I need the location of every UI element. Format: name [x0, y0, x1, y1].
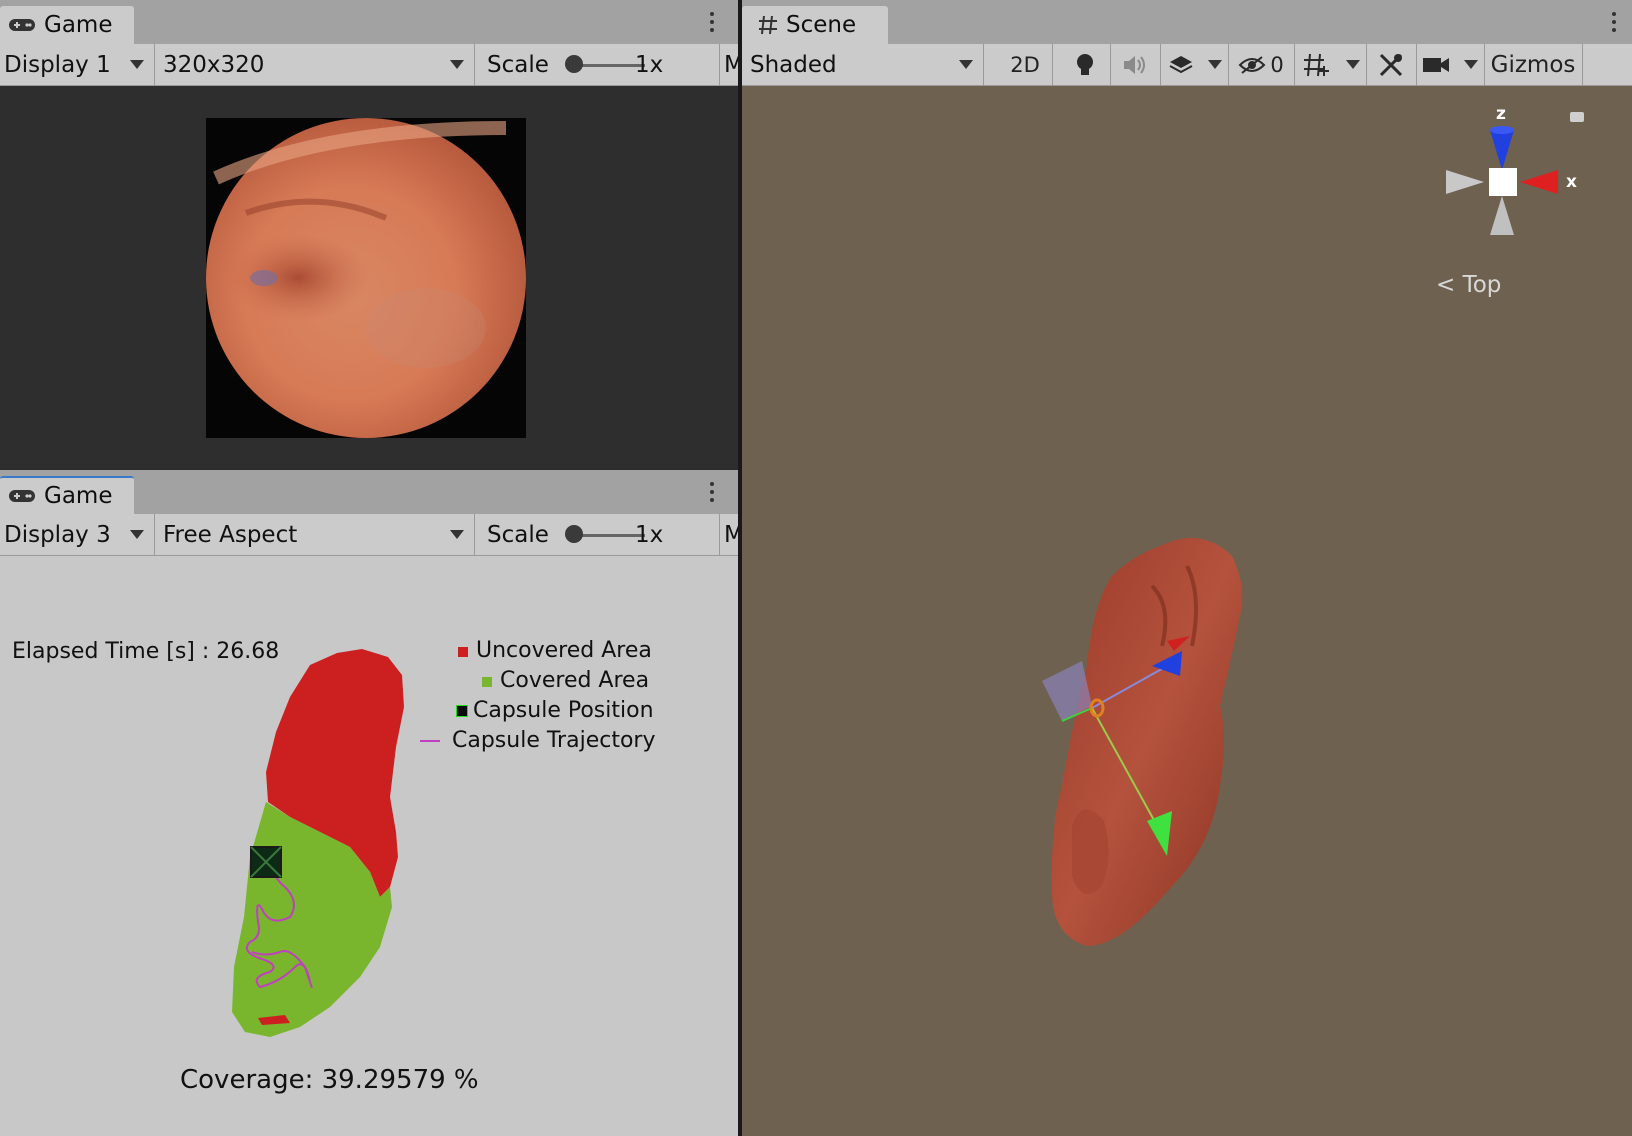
- gamepad-icon: [8, 488, 36, 504]
- speaker-icon: [1124, 55, 1145, 74]
- audio-toggle[interactable]: [1110, 44, 1161, 85]
- grid-snap-icon: [1304, 53, 1329, 76]
- display-select-value: Display 1: [4, 51, 111, 78]
- aspect-select-value: Free Aspect: [163, 521, 298, 548]
- grid-toggle[interactable]: [1294, 44, 1338, 85]
- display-select[interactable]: Display 3: [0, 514, 155, 555]
- effects-dropdown[interactable]: [1202, 44, 1229, 85]
- scale-control: Scale 1x: [475, 44, 720, 85]
- scene-visibility-toggle[interactable]: 0: [1228, 44, 1295, 85]
- layers-icon: [1169, 55, 1193, 73]
- scale-label: Scale: [487, 51, 549, 78]
- chevron-down-icon: [450, 60, 464, 69]
- chevron-down-icon: [130, 60, 144, 69]
- tab-game-bottom[interactable]: Game: [0, 476, 134, 514]
- camera-icon: [1423, 57, 1449, 72]
- gizmos-button[interactable]: Gizmos: [1484, 44, 1583, 85]
- eye-hidden-icon: [1238, 55, 1266, 74]
- effects-toggle[interactable]: [1160, 44, 1202, 85]
- scale-slider-knob[interactable]: [565, 525, 583, 543]
- shading-mode-select[interactable]: Shaded: [742, 44, 984, 85]
- scale-value: 1x: [635, 521, 664, 548]
- toggle-2d-button[interactable]: 2D: [998, 44, 1053, 85]
- lighting-toggle[interactable]: [1060, 44, 1111, 85]
- scale-label: Scale: [487, 521, 549, 548]
- chevron-down-icon: [1464, 60, 1478, 69]
- more-options-icon[interactable]: [702, 478, 722, 506]
- toolbar-overflow[interactable]: M: [720, 44, 738, 85]
- game-bottom-tabbar: Game: [0, 470, 738, 514]
- more-options-icon[interactable]: [702, 8, 722, 36]
- hidden-count: 0: [1270, 52, 1284, 77]
- chevron-down-icon: [130, 530, 144, 539]
- more-options-icon[interactable]: [1604, 8, 1624, 36]
- display-select[interactable]: Display 1: [0, 44, 155, 85]
- coverage-percentage: Coverage: 39.29579 %: [180, 1065, 479, 1095]
- tools-icon: [1379, 53, 1403, 76]
- chevron-down-icon: [1208, 60, 1222, 69]
- toolbar-overflow[interactable]: M: [720, 514, 738, 555]
- aspect-select[interactable]: Free Aspect: [155, 514, 475, 555]
- game-bottom-toolbar: Display 3 Free Aspect Scale 1x M: [0, 514, 738, 556]
- scene-tabbar: Scene: [742, 0, 1632, 44]
- gamepad-icon: [8, 17, 36, 33]
- tab-scene[interactable]: Scene: [742, 6, 888, 44]
- capsule-position-marker: [250, 846, 282, 878]
- chevron-down-icon: [450, 530, 464, 539]
- coverage-map-area: Elapsed Time [s] : 26.68 Uncovered Area …: [0, 557, 738, 1136]
- tab-game-bottom-label: Game: [44, 483, 113, 509]
- scene-view: Scene Shaded 2D 0 Gizmos z x < Top: [742, 0, 1632, 1136]
- resolution-select[interactable]: 320x320: [155, 44, 475, 85]
- scene-3d-viewport[interactable]: [742, 86, 1632, 1136]
- tab-game-top-label: Game: [44, 12, 113, 38]
- endoscope-camera-view: [206, 118, 526, 438]
- game-top-toolbar: Display 1 320x320 Scale 1x M: [0, 44, 738, 86]
- game-view-bottom: Game Display 3 Free Aspect Scale 1x M El…: [0, 470, 738, 1136]
- scale-value: 1x: [635, 51, 664, 78]
- grid-icon: [758, 15, 778, 35]
- game-render-area: [0, 87, 738, 470]
- scale-slider-knob[interactable]: [565, 55, 583, 73]
- organ-fold: [1072, 809, 1109, 894]
- chevron-down-icon: [959, 60, 973, 69]
- tools-toggle[interactable]: [1366, 44, 1417, 85]
- tab-game-top[interactable]: Game: [0, 6, 134, 44]
- display-select-value: Display 3: [4, 521, 111, 548]
- game-view-top: Game Display 1 320x320 Scale 1x M: [0, 0, 738, 470]
- lightbulb-icon: [1077, 53, 1093, 75]
- game-top-tabbar: Game: [0, 0, 738, 44]
- scene-toolbar: Shaded 2D 0 Gizmos: [742, 44, 1632, 86]
- camera-toggle[interactable]: [1416, 44, 1456, 85]
- coverage-map: [232, 649, 404, 1037]
- tab-scene-label: Scene: [786, 12, 857, 38]
- shading-mode-value: Shaded: [750, 51, 837, 78]
- camera-dropdown[interactable]: [1456, 44, 1485, 85]
- scale-control: Scale 1x: [475, 514, 720, 555]
- chevron-down-icon: [1346, 60, 1360, 69]
- grid-dropdown[interactable]: [1338, 44, 1367, 85]
- resolution-select-value: 320x320: [163, 51, 265, 78]
